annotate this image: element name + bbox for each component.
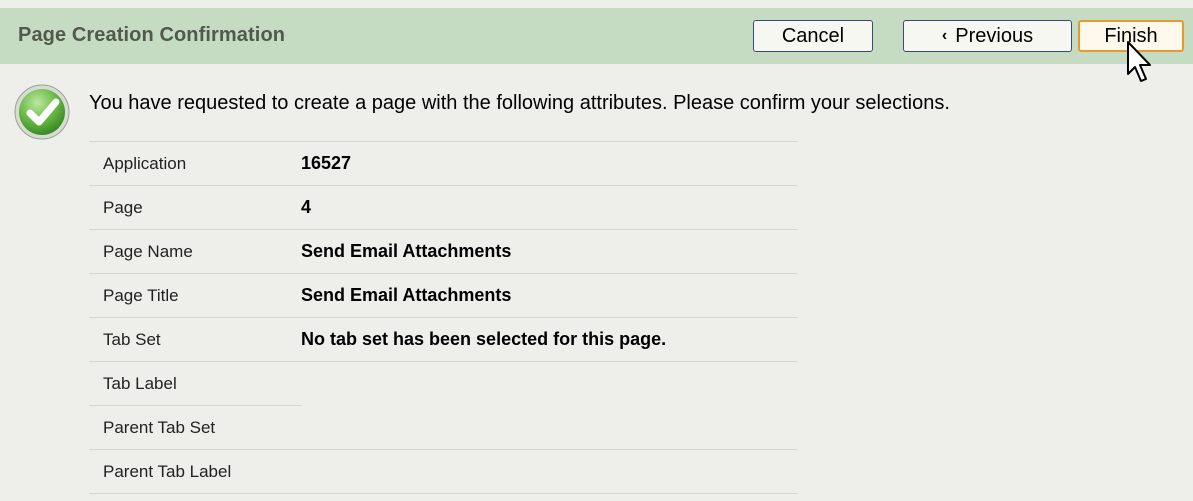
attribute-value (301, 449, 797, 494)
attribute-value (301, 406, 797, 450)
cancel-button[interactable]: Cancel (753, 20, 873, 52)
table-row: Page Name Send Email Attachments (89, 229, 797, 274)
table-row: Tab Set No tab set has been selected for… (89, 317, 797, 362)
table-row: Tab Label (89, 361, 797, 406)
attribute-label: Parent Tab Set (89, 405, 301, 450)
attribute-value: 4 (301, 185, 797, 230)
attribute-label: Parent Tab Label (89, 449, 301, 494)
attributes-table: Application 16527 Page 4 Page Name Send … (89, 141, 797, 494)
table-row: Application 16527 (89, 141, 797, 186)
table-row: Page 4 (89, 185, 797, 230)
chevron-left-icon: ‹ (941, 27, 948, 44)
check-circle-icon (14, 84, 70, 140)
finish-button-label: Finish (1104, 24, 1158, 47)
attribute-label: Page Name (89, 229, 301, 274)
attribute-value: No tab set has been selected for this pa… (301, 317, 797, 362)
page-title: Page Creation Confirmation (18, 24, 286, 46)
previous-button[interactable]: ‹ Previous (903, 20, 1072, 52)
table-row: Parent Tab Label (89, 449, 797, 494)
confirmation-message: You have requested to create a page with… (89, 92, 950, 114)
cancel-button-label: Cancel (781, 24, 845, 47)
attribute-label: Application (89, 141, 301, 186)
attribute-value (301, 361, 797, 406)
table-row: Page Title Send Email Attachments (89, 273, 797, 318)
attribute-label: Page Title (89, 273, 301, 318)
attribute-label: Tab Set (89, 317, 301, 362)
attribute-value: Send Email Attachments (301, 229, 797, 274)
finish-button[interactable]: Finish (1078, 20, 1184, 52)
attribute-label: Page (89, 185, 301, 230)
table-row: Parent Tab Set (89, 405, 797, 450)
attribute-value: 16527 (301, 141, 797, 186)
attribute-value: Send Email Attachments (301, 273, 797, 318)
previous-button-label: Previous (955, 24, 1034, 47)
attribute-label: Tab Label (89, 361, 301, 406)
